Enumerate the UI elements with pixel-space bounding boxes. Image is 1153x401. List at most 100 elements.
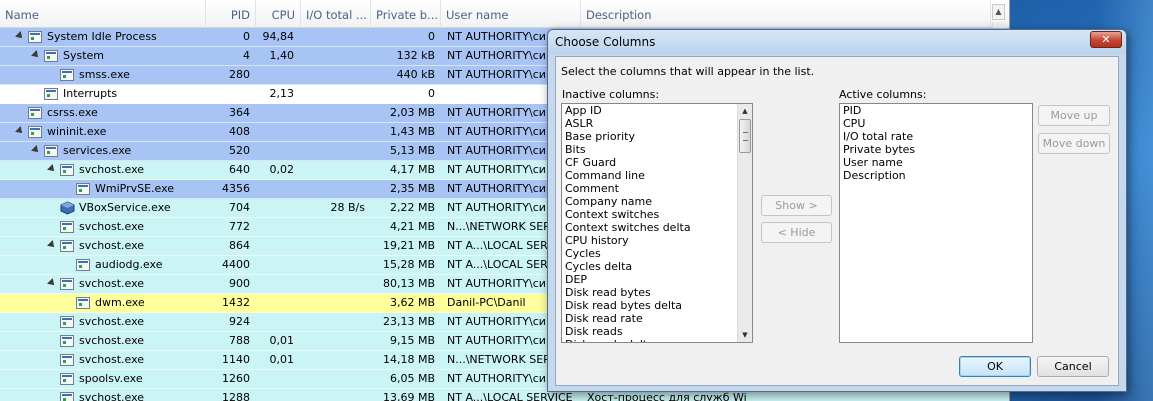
inactive-column-item[interactable]: CF Guard [562,156,752,169]
scroll-up-arrow-icon[interactable]: ▲ [738,104,752,118]
hide-button[interactable]: < Hide [761,222,832,243]
process-pid: 364 [229,106,250,119]
process-name: System [63,49,105,62]
inactive-column-item[interactable]: Comment [562,182,752,195]
process-icon [76,297,90,309]
column-header-name[interactable]: Name [0,0,206,28]
dialog-client-area: Select the columns that will appear in t… [555,56,1119,386]
process-io-total [301,85,365,103]
column-header-description[interactable]: Description [581,0,991,28]
process-cpu [256,104,294,122]
inactive-column-item[interactable]: Cycles delta [562,260,752,273]
active-column-item[interactable]: Private bytes [840,143,1032,156]
process-io-total [301,370,365,388]
process-pid: 640 [229,163,250,176]
expand-arrow-icon[interactable] [31,145,41,155]
inactive-column-item[interactable]: Command line [562,169,752,182]
active-columns-list[interactable]: PID CPU I/O total rate Private bytes User na… [839,103,1033,343]
active-column-item[interactable]: PID [840,104,1032,117]
cancel-button[interactable]: Cancel [1037,356,1109,377]
inactive-column-item[interactable]: DEP [562,273,752,286]
inactive-column-item[interactable]: CPU history [562,234,752,247]
scroll-down-arrow-icon[interactable]: ▼ [738,328,752,342]
inactive-column-item[interactable]: Base priority [562,130,752,143]
process-private-bytes: 2,22 MB [389,201,435,214]
process-pid: 704 [229,201,250,214]
inactive-column-item[interactable]: Disk read rate [562,312,752,325]
column-header-cpu[interactable]: CPU [256,0,301,28]
inactive-column-item[interactable]: Cycles [562,247,752,260]
expand-arrow-icon[interactable] [15,126,25,136]
inactive-columns-list[interactable]: App ID ASLR Base priority Bits CF Guard Comma… [561,103,753,343]
process-private-bytes: 1,43 MB [389,125,435,138]
close-icon[interactable]: ✕ [1090,31,1122,48]
process-io-total: 28 B/s [330,201,365,214]
process-pid: 1260 [222,372,250,385]
process-name: svchost.exe [79,334,145,347]
process-io-total [301,104,365,122]
process-pid: 280 [229,68,250,81]
process-pid: 0 [243,30,250,43]
inactive-columns-label: Inactive columns: [562,88,660,101]
process-io-total [301,294,365,312]
expand-arrow-icon[interactable] [47,278,57,288]
expand-arrow-icon[interactable] [47,240,57,250]
process-name: spoolsv.exe [79,372,143,385]
inactive-column-item[interactable]: Context switches [562,208,752,221]
inactive-column-item[interactable]: App ID [562,104,752,117]
expand-arrow-icon[interactable] [47,164,57,174]
process-pid: 924 [229,315,250,328]
inactive-list-scrollbar[interactable]: ▲ ▼ [737,104,752,342]
inactive-column-item[interactable]: Disk read bytes [562,286,752,299]
process-name: services.exe [63,144,132,157]
process-pid: 4 [243,49,250,62]
inactive-column-item[interactable]: Context switches delta [562,221,752,234]
process-pid: 1288 [222,391,250,401]
process-cpu: 0,02 [269,163,295,176]
inactive-column-item[interactable]: Disk reads [562,325,752,338]
expand-arrow-icon[interactable] [15,31,25,41]
process-private-bytes: 0 [428,87,435,100]
move-down-button[interactable]: Move down [1038,133,1110,154]
process-io-total [301,47,365,65]
show-button[interactable]: Show > [761,195,832,216]
process-icon [60,69,74,81]
column-header-private-bytes[interactable]: Private b... [371,0,441,28]
process-cpu [256,294,294,312]
process-io-total [301,28,365,46]
active-column-item[interactable]: User name [840,156,1032,169]
process-private-bytes: 19,21 MB [382,239,435,252]
inactive-column-item[interactable]: Company name [562,195,752,208]
expand-arrow-icon[interactable] [31,50,41,60]
process-io-total [301,161,365,179]
process-cpu [256,199,294,217]
ok-button[interactable]: OK [959,356,1031,377]
scrollbar-thumb[interactable] [739,119,751,153]
process-io-total [301,351,365,369]
process-cpu [256,66,294,84]
process-io-total [301,389,365,401]
inactive-column-item[interactable]: Disk reads delta [562,338,752,342]
process-name: svchost.exe [79,277,145,290]
process-cpu [256,256,294,274]
process-name: svchost.exe [79,239,145,252]
column-header-pid[interactable]: PID [206,0,256,28]
active-column-item[interactable]: CPU [840,117,1032,130]
dialog-titlebar[interactable]: Choose Columns ✕ [548,30,1126,54]
process-cpu [256,275,294,293]
inactive-column-item[interactable]: ASLR [562,117,752,130]
process-pid [206,85,250,103]
scroll-up-arrow-icon[interactable]: ▲ [992,4,1005,20]
process-io-total [301,313,365,331]
column-header-user-name[interactable]: User name [441,0,581,28]
column-header-io-total[interactable]: I/O total ... [301,0,371,28]
process-name: svchost.exe [79,353,145,366]
active-column-item[interactable]: I/O total rate [840,130,1032,143]
virtualbox-icon [60,201,75,215]
inactive-column-item[interactable]: Bits [562,143,752,156]
process-private-bytes: 9,15 MB [389,334,435,347]
active-column-item[interactable]: Description [840,169,1032,182]
inactive-column-item[interactable]: Disk read bytes delta [562,299,752,312]
move-up-button[interactable]: Move up [1038,105,1110,126]
process-pid: 520 [229,144,250,157]
